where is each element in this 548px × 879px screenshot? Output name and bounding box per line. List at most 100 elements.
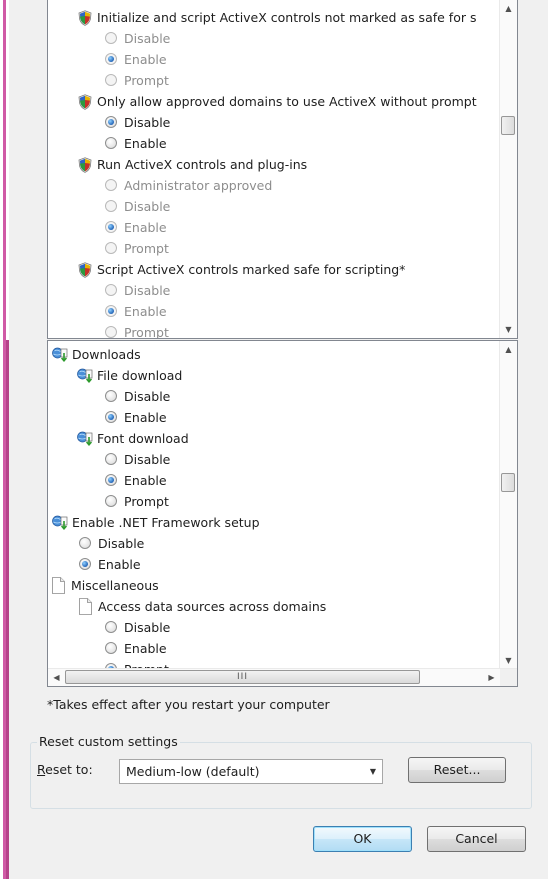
cancel-button[interactable]: Cancel [427,826,526,852]
radio-selected[interactable] [105,411,117,423]
setting-heading-label: Run ActiveX controls and plug-ins [97,157,308,172]
settings-list-activex[interactable]: Initialize and script ActiveX controls n… [47,0,518,339]
option-disable[interactable]: Disable [48,618,500,638]
option-enable[interactable]: Enable [48,408,500,428]
option-disable[interactable]: Disable [48,29,500,49]
option-disable[interactable]: Disable [48,387,500,407]
radio-unselected[interactable] [105,390,117,402]
chevron-down-icon[interactable]: ▼ [370,760,376,783]
reset-to-label-text: eset to: [45,762,93,777]
option-enable[interactable]: Enable [48,302,500,322]
scroll-left-icon[interactable]: ◀ [48,669,65,686]
option-prompt[interactable]: Prompt [48,239,500,259]
option-label: Enable [124,304,167,319]
option-disable[interactable]: Disable [48,197,500,217]
radio-selected[interactable] [105,305,117,317]
radio-unselected[interactable] [105,74,117,86]
restart-note: *Takes effect after you restart your com… [47,697,330,712]
reset-level-dropdown[interactable]: Medium-low (default) ▼ [119,759,383,784]
horizontal-scroll-thumb[interactable]: III [65,670,420,684]
reset-button[interactable]: Reset... [408,757,506,783]
shield-icon [78,94,92,110]
radio-unselected[interactable] [105,242,117,254]
radio-selected[interactable] [105,221,117,233]
radio-unselected[interactable] [105,621,117,633]
option-label: Enable [124,410,167,425]
shield-icon [78,10,92,26]
radio-selected[interactable] [105,474,117,486]
option-enable[interactable]: Enable [48,639,500,659]
setting-heading: Run ActiveX controls and plug-ins [48,155,500,175]
radio-unselected[interactable] [105,179,117,191]
setting-heading-label: Script ActiveX controls marked safe for … [97,262,406,277]
option-disable[interactable]: Disable [48,534,500,554]
radio-unselected[interactable] [105,200,117,212]
horizontal-scrollbar[interactable]: ◀ III ▶ [48,668,517,686]
option-label: Disable [124,620,171,635]
option-label: Prompt [124,325,169,338]
scroll-thumb[interactable] [501,116,515,135]
settings-list-downloads[interactable]: Downloads File download Disable Enable Font … [47,340,518,687]
radio-unselected[interactable] [79,537,91,549]
scroll-up-icon[interactable]: ▲ [500,341,517,358]
option-label: Disable [124,452,171,467]
radio-unselected[interactable] [105,495,117,507]
settings-list-content: Downloads File download Disable Enable Font … [48,341,500,669]
radio-selected[interactable] [105,116,117,128]
option-prompt[interactable]: Prompt [48,71,500,91]
option-prompt[interactable]: Prompt [48,492,500,512]
option-enable[interactable]: Enable [48,50,500,70]
option-label: Enable [124,136,167,151]
radio-selected[interactable] [79,558,91,570]
radio-unselected[interactable] [105,326,117,338]
setting-heading-label: Font download [97,431,189,446]
option-disable[interactable]: Disable [48,450,500,470]
scroll-thumb[interactable] [501,473,515,492]
download-icon [77,368,93,384]
scroll-down-icon[interactable]: ▼ [500,321,517,338]
vertical-scrollbar[interactable]: ▲ ▼ [499,0,517,338]
option-enable[interactable]: Enable [48,555,500,575]
setting-heading-label: Initialize and script ActiveX controls n… [97,10,477,25]
option-administrator-approved[interactable]: Administrator approved [48,176,500,196]
setting-heading: Miscellaneous [48,576,500,596]
download-icon [77,431,93,447]
scroll-down-icon[interactable]: ▼ [500,652,517,669]
scroll-right-icon[interactable]: ▶ [483,669,500,686]
settings-list-content: Initialize and script ActiveX controls n… [48,0,500,338]
vertical-scrollbar[interactable]: ▲ ▼ [499,341,517,669]
setting-heading: Script ActiveX controls marked safe for … [48,260,500,280]
reset-to-access-key: R [37,762,46,777]
radio-unselected[interactable] [105,137,117,149]
document-icon [52,577,65,594]
setting-heading-label: Enable .NET Framework setup [72,515,260,530]
option-disable[interactable]: Disable [48,281,500,301]
option-label: Administrator approved [124,178,273,193]
option-disable[interactable]: Disable [48,113,500,133]
setting-heading-label: Miscellaneous [71,578,159,593]
setting-heading: Initialize and script ActiveX controls n… [48,8,500,28]
radio-unselected[interactable] [105,32,117,44]
setting-heading: Access data sources across domains [48,597,500,617]
shield-icon [78,262,92,278]
setting-heading-label: Only allow approved domains to use Activ… [97,94,477,109]
option-enable[interactable]: Enable [48,471,500,491]
option-label: Disable [124,31,171,46]
setting-heading: Downloads [48,345,500,365]
radio-unselected[interactable] [105,642,117,654]
scroll-up-icon[interactable]: ▲ [500,0,517,17]
setting-heading-label: Access data sources across domains [98,599,327,614]
option-enable[interactable]: Enable [48,134,500,154]
setting-heading-label: Downloads [72,347,141,362]
radio-selected[interactable] [105,53,117,65]
radio-unselected[interactable] [105,453,117,465]
ok-button[interactable]: OK [313,826,412,852]
option-enable[interactable]: Enable [48,218,500,238]
option-prompt[interactable]: Prompt [48,323,500,338]
download-icon [52,515,68,531]
download-icon [52,347,68,363]
option-label: Disable [98,536,145,551]
radio-unselected[interactable] [105,284,117,296]
window-edge [0,0,9,879]
reset-group-title: Reset custom settings [37,734,180,749]
